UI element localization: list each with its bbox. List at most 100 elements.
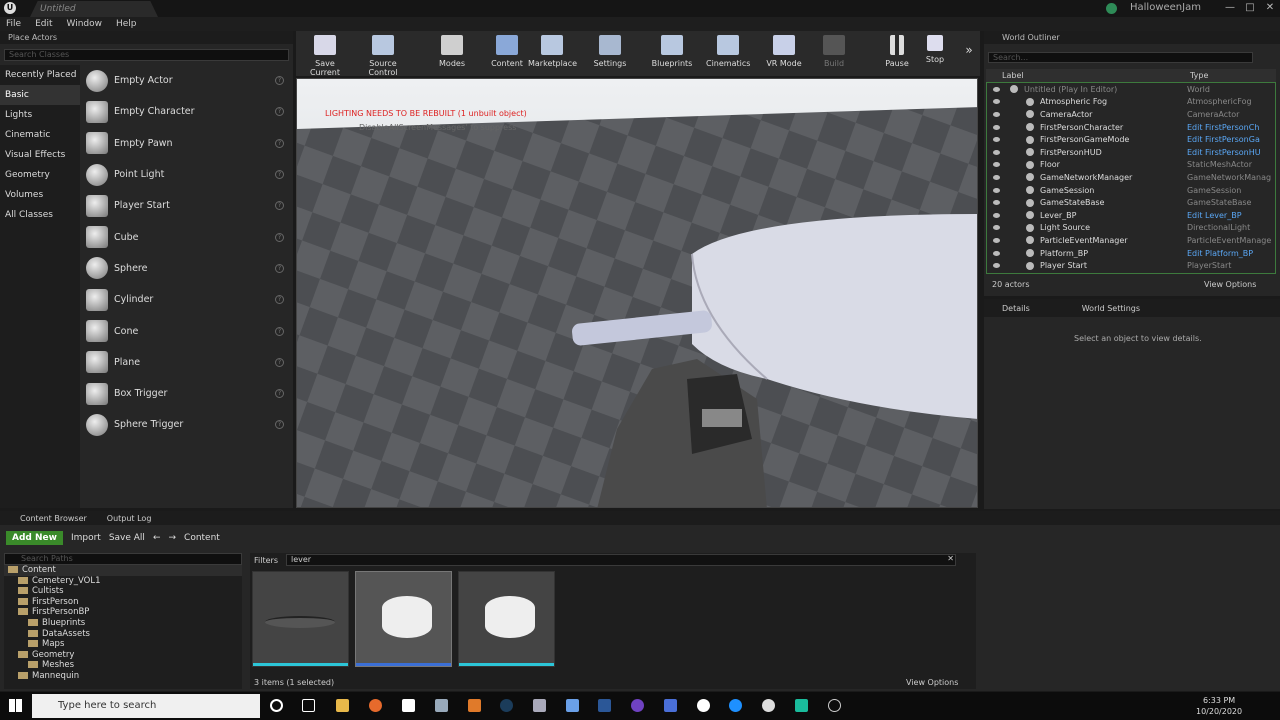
visibility-eye-icon[interactable] xyxy=(993,149,1000,155)
source-control-status-icon[interactable] xyxy=(1106,3,1117,14)
actor-item[interactable]: Sphere? xyxy=(82,253,292,284)
outliner-row[interactable]: Lever_BP Edit Lever_BP xyxy=(987,209,1275,222)
actor-item[interactable]: Sphere Trigger? xyxy=(82,409,292,440)
edit-blueprint-link[interactable]: Edit Platform_BP xyxy=(1187,249,1253,258)
forward-arrow-icon[interactable]: → xyxy=(168,533,176,543)
app-icon[interactable] xyxy=(435,699,448,712)
import-button[interactable]: Import xyxy=(71,533,101,543)
outliner-row[interactable]: GameStateBase GameStateBase xyxy=(987,196,1275,209)
settings-button[interactable]: Settings xyxy=(592,35,628,68)
search-classes-input[interactable]: Search Classes xyxy=(4,49,289,61)
steam-icon[interactable] xyxy=(500,699,513,712)
outliner-row[interactable]: GameNetworkManager GameNetworkManag xyxy=(987,171,1275,184)
menu-file[interactable]: File xyxy=(6,19,21,29)
place-actors-header[interactable]: Place Actors xyxy=(0,31,293,44)
content-button[interactable]: Content xyxy=(488,35,526,68)
visibility-eye-icon[interactable] xyxy=(993,187,1000,193)
visibility-eye-icon[interactable] xyxy=(993,137,1000,143)
outliner-row[interactable]: Atmospheric Fog AtmosphericFog xyxy=(987,96,1275,109)
game-viewport[interactable]: LIGHTING NEEDS TO BE REBUILT (1 unbuilt … xyxy=(296,78,978,508)
tree-node[interactable]: FirstPersonBP xyxy=(4,607,242,618)
add-new-button[interactable]: Add New xyxy=(6,531,63,545)
actor-item[interactable]: Box Trigger? xyxy=(82,378,292,409)
windows-start-icon[interactable] xyxy=(9,699,22,712)
document-tab[interactable]: Untitled xyxy=(30,1,158,17)
visibility-eye-icon[interactable] xyxy=(993,237,1000,243)
category-recently-placed[interactable]: Recently Placed xyxy=(0,65,80,85)
app-icon[interactable] xyxy=(533,699,546,712)
tree-node[interactable]: Blueprints xyxy=(4,618,242,629)
outliner-row[interactable]: Floor StaticMeshActor xyxy=(987,159,1275,172)
pause-button[interactable]: Pause xyxy=(882,35,912,68)
category-volumes[interactable]: Volumes xyxy=(0,185,80,205)
label-column-header[interactable]: Label xyxy=(1002,71,1024,80)
outliner-row[interactable]: ParticleEventManager ParticleEventManage xyxy=(987,234,1275,247)
tree-node[interactable]: Content xyxy=(4,565,242,576)
modes-button[interactable]: Modes xyxy=(434,35,470,68)
visibility-eye-icon[interactable] xyxy=(993,162,1000,168)
help-icon[interactable]: ? xyxy=(275,263,284,273)
outliner-row[interactable]: Untitled (Play In Editor) World xyxy=(987,83,1275,96)
tab-details[interactable]: Details xyxy=(1002,304,1030,313)
outliner-view-options[interactable]: View Options xyxy=(1204,280,1256,289)
outliner-search-input[interactable]: Search... xyxy=(988,52,1253,63)
firefox-icon[interactable] xyxy=(369,699,382,712)
visibility-eye-icon[interactable] xyxy=(993,86,1000,92)
outliner-row[interactable]: CameraActor CameraActor xyxy=(987,108,1275,121)
asset-thumbnail[interactable] xyxy=(252,571,349,667)
save-current-button[interactable]: Save Current xyxy=(300,35,350,77)
help-icon[interactable]: ? xyxy=(275,201,284,211)
taskbar-search-input[interactable]: Type here to search xyxy=(32,694,260,718)
edit-blueprint-link[interactable]: Edit FirstPersonCh xyxy=(1187,123,1259,132)
toolbar-overflow-icon[interactable]: » xyxy=(962,43,976,57)
actor-item[interactable]: Player Start? xyxy=(82,190,292,221)
help-icon[interactable]: ? xyxy=(275,76,284,86)
cinematics-button[interactable]: Cinematics xyxy=(706,35,750,68)
tab-content-browser[interactable]: Content Browser xyxy=(20,514,87,523)
actor-item[interactable]: Cube? xyxy=(82,221,292,252)
edit-blueprint-link[interactable]: Edit FirstPersonGa xyxy=(1187,135,1260,144)
cube-app-icon[interactable] xyxy=(566,699,579,712)
asset-thumbnail[interactable] xyxy=(458,571,555,667)
type-column-header[interactable]: Type xyxy=(1190,71,1208,80)
menu-help[interactable]: Help xyxy=(116,19,137,29)
tab-world-settings[interactable]: World Settings xyxy=(1082,304,1140,313)
save-all-button[interactable]: Save All xyxy=(109,533,145,543)
visibility-eye-icon[interactable] xyxy=(993,212,1000,218)
visibility-eye-icon[interactable] xyxy=(993,263,1000,269)
actor-item[interactable]: Cylinder? xyxy=(82,284,292,315)
edit-blueprint-link[interactable]: Edit Lever_BP xyxy=(1187,211,1242,220)
content-view-options[interactable]: View Options xyxy=(906,678,958,687)
help-icon[interactable]: ? xyxy=(275,357,284,367)
category-geometry[interactable]: Geometry xyxy=(0,165,80,185)
category-cinematic[interactable]: Cinematic xyxy=(0,125,80,145)
actor-item[interactable]: Empty Character? xyxy=(82,96,292,127)
help-icon[interactable]: ? xyxy=(275,232,284,242)
visibility-eye-icon[interactable] xyxy=(993,111,1000,117)
outliner-row[interactable]: GameSession GameSession xyxy=(987,184,1275,197)
category-lights[interactable]: Lights xyxy=(0,105,80,125)
actor-item[interactable]: Empty Pawn? xyxy=(82,128,292,159)
actor-item[interactable]: Plane? xyxy=(82,347,292,378)
visibility-eye-icon[interactable] xyxy=(993,174,1000,180)
back-arrow-icon[interactable]: ← xyxy=(153,533,161,543)
asset-thumbnail-selected[interactable] xyxy=(355,571,452,667)
outliner-row[interactable]: Player Start PlayerStart xyxy=(987,259,1275,272)
cortana-icon[interactable] xyxy=(270,699,283,712)
help-icon[interactable]: ? xyxy=(275,170,284,180)
taskbar-clock[interactable]: 6:33 PM 10/20/2020 xyxy=(1196,695,1242,717)
tree-node[interactable]: Mannequin xyxy=(4,671,242,682)
outliner-row[interactable]: FirstPersonGameMode Edit FirstPersonGa xyxy=(987,133,1275,146)
oculus-icon[interactable] xyxy=(402,699,415,712)
category-visual-effects[interactable]: Visual Effects xyxy=(0,145,80,165)
tab-output-log[interactable]: Output Log xyxy=(107,514,152,523)
help-icon[interactable]: ? xyxy=(275,326,284,336)
menu-window[interactable]: Window xyxy=(67,19,103,29)
actor-item[interactable]: Point Light? xyxy=(82,159,292,190)
file-explorer-icon[interactable] xyxy=(336,699,349,712)
visibility-eye-icon[interactable] xyxy=(993,200,1000,206)
category-all-classes[interactable]: All Classes xyxy=(0,205,80,225)
app-icon[interactable] xyxy=(795,699,808,712)
task-view-icon[interactable] xyxy=(302,699,315,712)
visibility-eye-icon[interactable] xyxy=(993,99,1000,105)
